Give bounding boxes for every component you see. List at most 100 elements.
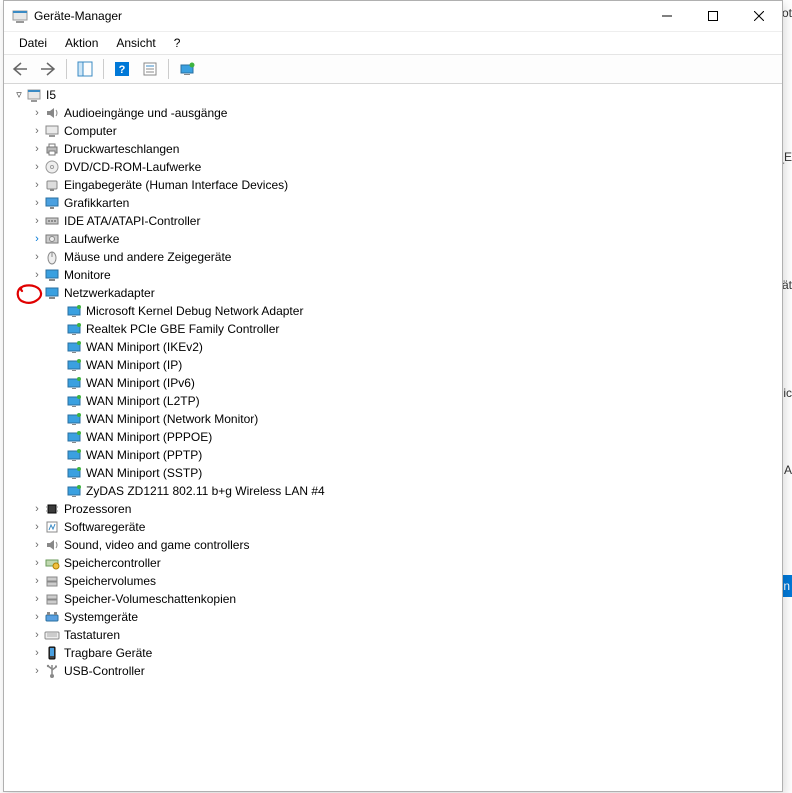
tree-category[interactable]: ›DVD/CD-ROM-Laufwerke xyxy=(8,158,778,176)
tree-item-label: Systemgeräte xyxy=(64,608,138,626)
tree-item-label: Prozessoren xyxy=(64,500,131,518)
tree-category[interactable]: ›Speichercontroller xyxy=(8,554,778,572)
device-tree-panel[interactable]: ▿I5›Audioeingänge und -ausgänge›Computer… xyxy=(4,84,782,791)
show-hide-tree-button[interactable] xyxy=(73,57,97,81)
tree-item-label: WAN Miniport (Network Monitor) xyxy=(86,410,258,428)
tree-device-network[interactable]: Microsoft Kernel Debug Network Adapter xyxy=(8,302,778,320)
device-manager-window: Geräte-Manager Datei Aktion Ansicht ? xyxy=(3,0,783,792)
expand-chevron-icon[interactable]: › xyxy=(30,608,44,626)
forward-button[interactable] xyxy=(36,57,60,81)
tree-item-label: WAN Miniport (SSTP) xyxy=(86,464,202,482)
tree-item-label: Druckwarteschlangen xyxy=(64,140,179,158)
minimize-button[interactable] xyxy=(644,1,690,31)
expand-chevron-icon[interactable]: › xyxy=(30,248,44,266)
cpu-icon xyxy=(44,501,60,517)
tree-category[interactable]: › Softwaregeräte xyxy=(8,518,778,536)
audio-icon xyxy=(44,105,60,121)
tree-device-network[interactable]: ZyDAS ZD1211 802.11 b+g Wireless LAN #4 xyxy=(8,482,778,500)
tree-category[interactable]: ›Speichervolumes xyxy=(8,572,778,590)
expand-chevron-icon[interactable]: › xyxy=(30,500,44,518)
disc-icon xyxy=(44,159,60,175)
menu-view[interactable]: Ansicht xyxy=(107,34,164,52)
expand-chevron-icon[interactable]: › xyxy=(30,266,44,284)
tree-category[interactable]: ›Tastaturen xyxy=(8,626,778,644)
expand-chevron-icon[interactable]: ▿ xyxy=(12,86,26,104)
tree-device-network[interactable]: Realtek PCIe GBE Family Controller xyxy=(8,320,778,338)
volume-icon xyxy=(44,591,60,607)
tree-item-label: WAN Miniport (L2TP) xyxy=(86,392,200,410)
expand-chevron-icon[interactable]: › xyxy=(30,122,44,140)
menu-help[interactable]: ? xyxy=(165,34,190,52)
tree-item-label: Laufwerke xyxy=(64,230,119,248)
software-icon xyxy=(44,519,60,535)
tree-category[interactable]: › Monitore xyxy=(8,266,778,284)
tree-item-label: Tragbare Geräte xyxy=(64,644,152,662)
tree-category[interactable]: › Laufwerke xyxy=(8,230,778,248)
toolbar: ? xyxy=(4,55,782,84)
tree-device-network[interactable]: WAN Miniport (SSTP) xyxy=(8,464,778,482)
tree-category[interactable]: › Mäuse und andere Zeigegeräte xyxy=(8,248,778,266)
tree-device-network[interactable]: WAN Miniport (PPTP) xyxy=(8,446,778,464)
tree-category[interactable]: › Tragbare Geräte xyxy=(8,644,778,662)
back-button[interactable] xyxy=(8,57,32,81)
computer-icon xyxy=(44,123,60,139)
tree-category[interactable]: ›Audioeingänge und -ausgänge xyxy=(8,104,778,122)
expand-chevron-icon[interactable]: › xyxy=(30,554,44,572)
properties-button[interactable] xyxy=(138,57,162,81)
expand-chevron-icon[interactable]: › xyxy=(30,158,44,176)
scan-hardware-button[interactable] xyxy=(175,57,199,81)
tree-item-label: IDE ATA/ATAPI-Controller xyxy=(64,212,200,230)
keyboard-icon xyxy=(44,627,60,643)
expand-chevron-icon[interactable]: › xyxy=(30,176,44,194)
expand-chevron-icon[interactable]: › xyxy=(30,104,44,122)
maximize-button[interactable] xyxy=(690,1,736,31)
tree-category[interactable]: ›Grafikkarten xyxy=(8,194,778,212)
tree-item-label: WAN Miniport (IKEv2) xyxy=(86,338,203,356)
expand-chevron-icon[interactable]: › xyxy=(30,662,44,680)
menu-file[interactable]: Datei xyxy=(10,34,56,52)
tree-device-network[interactable]: WAN Miniport (IP) xyxy=(8,356,778,374)
expand-chevron-icon[interactable]: › xyxy=(30,194,44,212)
expand-chevron-icon[interactable]: › xyxy=(30,644,44,662)
tree-category[interactable]: ›USB-Controller xyxy=(8,662,778,680)
tree-category[interactable]: › Prozessoren xyxy=(8,500,778,518)
tree-device-network[interactable]: WAN Miniport (IKEv2) xyxy=(8,338,778,356)
toolbar-separator xyxy=(66,59,67,79)
expand-chevron-icon[interactable]: › xyxy=(30,518,44,536)
tree-item-label: WAN Miniport (IPv6) xyxy=(86,374,195,392)
tree-category[interactable]: › Eingabegeräte (Human Interface Devices) xyxy=(8,176,778,194)
tree-item-label: ZyDAS ZD1211 802.11 b+g Wireless LAN #4 xyxy=(86,482,325,500)
expand-chevron-icon[interactable]: › xyxy=(30,590,44,608)
tree-root[interactable]: ▿I5 xyxy=(8,86,778,104)
tree-item-label: Softwaregeräte xyxy=(64,518,145,536)
expand-chevron-icon[interactable]: › xyxy=(30,572,44,590)
window-icon xyxy=(12,8,28,24)
tree-category[interactable]: › Druckwarteschlangen xyxy=(8,140,778,158)
help-button[interactable]: ? xyxy=(110,57,134,81)
bg-text: ot xyxy=(782,6,792,20)
expand-chevron-icon[interactable]: › xyxy=(30,212,44,230)
tree-device-network[interactable]: WAN Miniport (Network Monitor) xyxy=(8,410,778,428)
tree-device-network[interactable]: WAN Miniport (IPv6) xyxy=(8,374,778,392)
expand-chevron-icon[interactable]: › xyxy=(30,536,44,554)
expand-chevron-icon[interactable]: › xyxy=(30,230,44,248)
tree-category[interactable]: ›Speicher-Volumeschattenkopien xyxy=(8,590,778,608)
tree-item-label: Eingabegeräte (Human Interface Devices) xyxy=(64,176,288,194)
tree-item-label: Monitore xyxy=(64,266,111,284)
tree-device-network[interactable]: WAN Miniport (L2TP) xyxy=(8,392,778,410)
close-button[interactable] xyxy=(736,1,782,31)
drive-icon xyxy=(44,231,60,247)
tree-category[interactable]: ›Sound, video and game controllers xyxy=(8,536,778,554)
tree-category[interactable]: › Systemgeräte xyxy=(8,608,778,626)
menu-action[interactable]: Aktion xyxy=(56,34,107,52)
net-icon xyxy=(66,465,82,481)
tree-item-label: WAN Miniport (IP) xyxy=(86,356,182,374)
tree-category-network[interactable]: Netzwerkadapter xyxy=(8,284,778,302)
tree-device-network[interactable]: WAN Miniport (PPPOE) xyxy=(8,428,778,446)
expand-chevron-icon[interactable]: › xyxy=(30,140,44,158)
tree-item-label: Mäuse und andere Zeigegeräte xyxy=(64,248,231,266)
expand-chevron-icon[interactable]: › xyxy=(30,626,44,644)
tree-category[interactable]: › IDE ATA/ATAPI-Controller xyxy=(8,212,778,230)
printer-icon xyxy=(44,141,60,157)
tree-category[interactable]: ›Computer xyxy=(8,122,778,140)
